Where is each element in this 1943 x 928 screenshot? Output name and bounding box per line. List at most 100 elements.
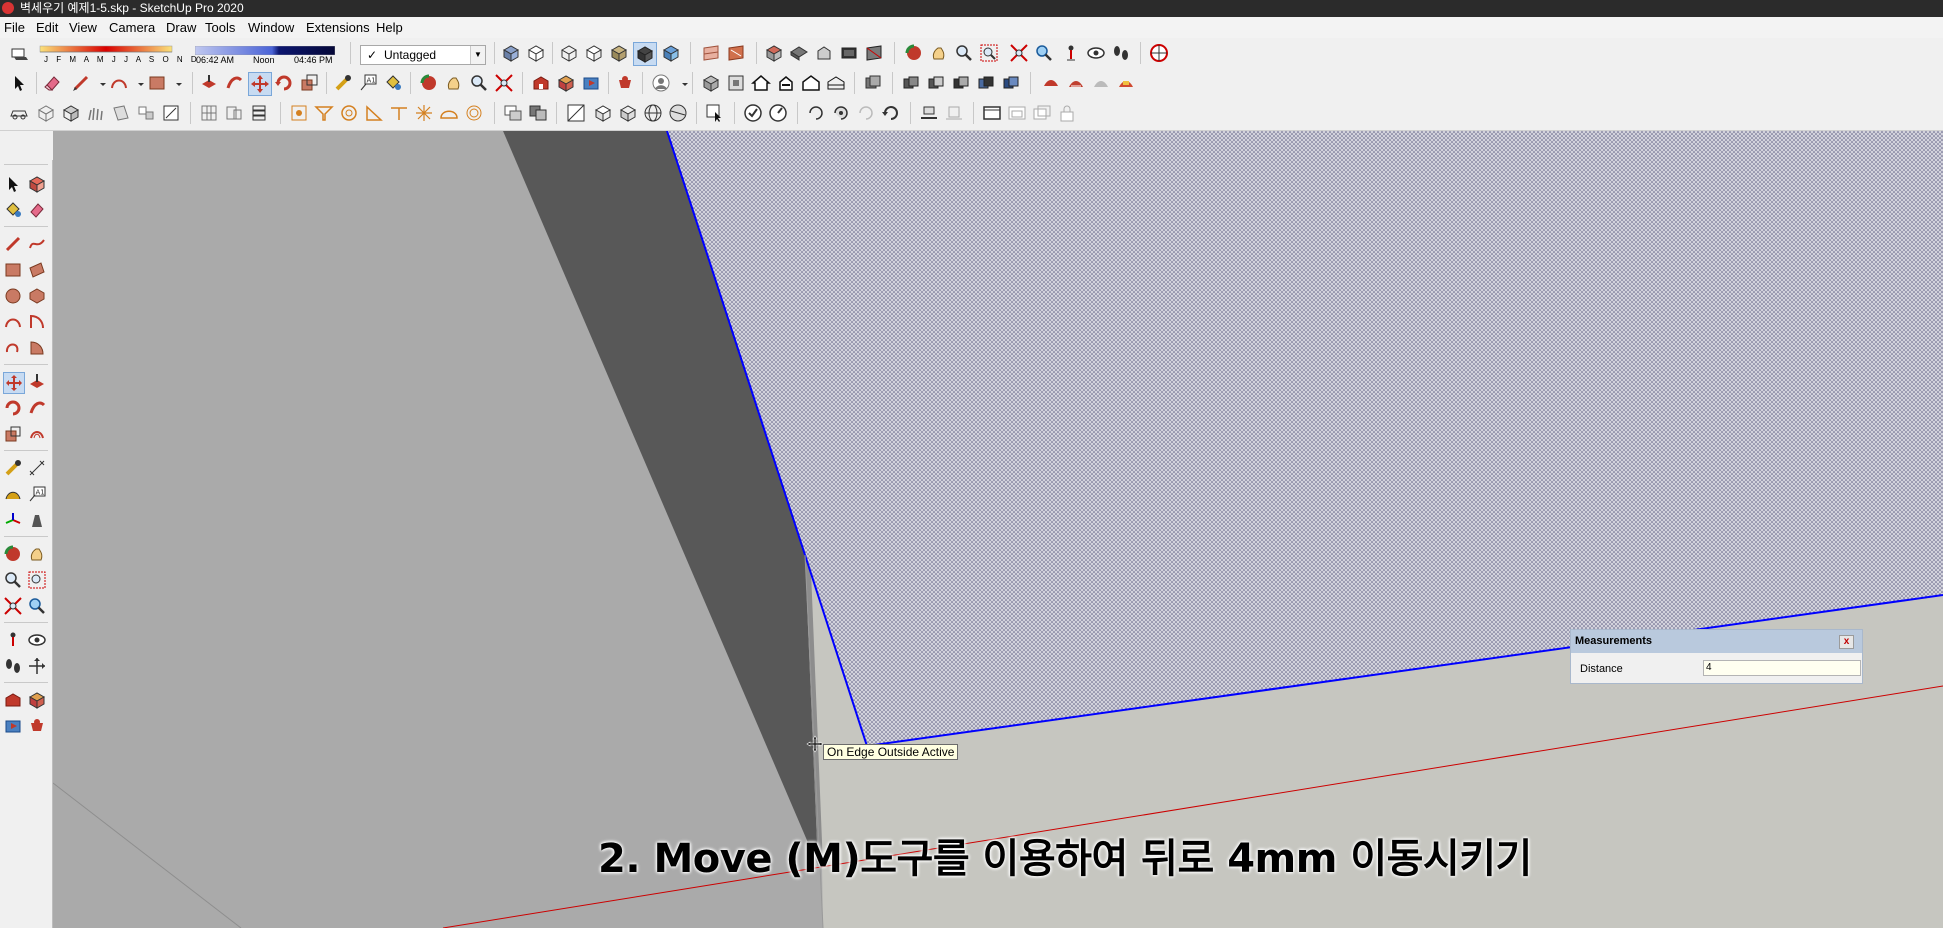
sandbox-stamp-icon[interactable]: [1115, 72, 1137, 94]
measurements-input[interactable]: 4: [1703, 660, 1861, 676]
sandbox-smoove-icon[interactable]: [1090, 72, 1112, 94]
rectangle-icon[interactable]: [146, 72, 168, 94]
sandbox-from-scratch-icon[interactable]: [1065, 72, 1087, 94]
warehouse-icon[interactable]: [3, 690, 23, 710]
style-wireframe-icon[interactable]: [558, 42, 580, 64]
chevron-down-icon[interactable]: [92, 72, 106, 94]
protractor-icon[interactable]: [363, 102, 385, 124]
zoom-extents-icon[interactable]: [493, 72, 515, 94]
menu-extensions[interactable]: Extensions: [304, 19, 372, 36]
solid-subtract-icon[interactable]: [925, 72, 947, 94]
menu-window[interactable]: Window: [246, 19, 296, 36]
circle-target-icon[interactable]: [338, 102, 360, 124]
house-outline-icon[interactable]: [775, 72, 797, 94]
follow-me-icon[interactable]: [223, 72, 245, 94]
pan-icon[interactable]: [27, 544, 47, 564]
rotated-rectangle-icon[interactable]: [27, 260, 47, 280]
roof-icon[interactable]: [825, 72, 847, 94]
position-camera-icon[interactable]: [3, 630, 23, 650]
back-view-icon[interactable]: [863, 42, 885, 64]
dome-icon[interactable]: [438, 102, 460, 124]
modeling-viewport[interactable]: [53, 131, 1943, 928]
diagonal-box-icon[interactable]: [565, 102, 587, 124]
panel-icon[interactable]: [110, 102, 132, 124]
box-3d-icon[interactable]: [592, 102, 614, 124]
menu-edit[interactable]: Edit: [34, 19, 60, 36]
previous-view-icon[interactable]: [27, 596, 47, 616]
tape-measure-icon[interactable]: [332, 72, 354, 94]
component-icon[interactable]: [700, 72, 722, 94]
grid-gear-icon[interactable]: [288, 102, 310, 124]
style-shaded-icon[interactable]: [608, 42, 630, 64]
iso-view-icon[interactable]: [763, 42, 785, 64]
zoom-icon[interactable]: [468, 72, 490, 94]
warehouse-icon[interactable]: [530, 72, 552, 94]
tape-measure-icon[interactable]: [3, 458, 23, 478]
funnel-icon[interactable]: [313, 102, 335, 124]
box-3d-grid-icon[interactable]: [617, 102, 639, 124]
solid-outer-shell-icon[interactable]: [1000, 72, 1022, 94]
style-shaded-textures-icon[interactable]: [633, 42, 657, 66]
menu-tools[interactable]: Tools: [203, 19, 237, 36]
solid-union-icon[interactable]: [900, 72, 922, 94]
protractor-icon[interactable]: [3, 484, 23, 504]
copy-icon[interactable]: [862, 72, 884, 94]
eraser-icon[interactable]: [27, 200, 47, 220]
rotate-3d-alt-icon[interactable]: [830, 102, 852, 124]
share-model-icon[interactable]: [580, 72, 602, 94]
sphere-grid-icon[interactable]: [642, 102, 664, 124]
style-hidden-line-icon[interactable]: [583, 42, 605, 64]
three-point-arc-icon[interactable]: [3, 338, 23, 358]
dimension-icon[interactable]: [27, 458, 47, 478]
position-camera-icon[interactable]: [1060, 42, 1082, 64]
push-pull-icon[interactable]: [27, 372, 47, 392]
sandbox-from-contours-icon[interactable]: [1040, 72, 1062, 94]
two-point-arc-icon[interactable]: [27, 312, 47, 332]
components-3d-icon[interactable]: [555, 72, 577, 94]
extension-warehouse-icon[interactable]: [27, 716, 47, 736]
arc-icon[interactable]: [108, 72, 130, 94]
make-component-icon[interactable]: [27, 174, 47, 194]
front-view-icon[interactable]: [813, 42, 835, 64]
menu-draw[interactable]: Draw: [164, 19, 198, 36]
orbit-icon[interactable]: [903, 42, 925, 64]
tag-dropdown[interactable]: ✓ Untagged ▼: [360, 45, 486, 65]
pencil-icon[interactable]: [70, 72, 92, 94]
3d-text-icon[interactable]: [27, 510, 47, 530]
pan-icon[interactable]: [443, 72, 465, 94]
previous-view-icon[interactable]: [1033, 42, 1055, 64]
window-ghost-icon[interactable]: [1006, 102, 1028, 124]
sphere-icon[interactable]: [667, 102, 689, 124]
menu-camera[interactable]: Camera: [107, 19, 157, 36]
orbit-icon[interactable]: [3, 544, 23, 564]
frame-icon[interactable]: [223, 102, 245, 124]
shadows-toggle-icon[interactable]: [8, 42, 30, 64]
star-burst-icon[interactable]: [413, 102, 435, 124]
chevron-down-icon[interactable]: [168, 72, 182, 94]
measurements-header[interactable]: Measurements x: [1571, 630, 1862, 653]
cube-icon[interactable]: [60, 102, 82, 124]
components-3d-icon[interactable]: [27, 690, 47, 710]
menu-view[interactable]: View: [67, 19, 99, 36]
rotate-ghost-icon[interactable]: [855, 102, 877, 124]
make-group-icon[interactable]: [725, 72, 747, 94]
gauge-icon[interactable]: [767, 102, 789, 124]
align-ghost-icon[interactable]: [943, 102, 965, 124]
cursor-box-icon[interactable]: [704, 102, 726, 124]
scale-icon[interactable]: [3, 424, 23, 444]
zoom-window-icon[interactable]: [27, 570, 47, 590]
rectangle-icon[interactable]: [3, 260, 23, 280]
circle-icon[interactable]: [3, 286, 23, 306]
style-xray-icon[interactable]: [500, 42, 522, 64]
section-plane-icon[interactable]: [27, 656, 47, 676]
grass-icon[interactable]: [85, 102, 107, 124]
paint-bucket-icon[interactable]: [3, 200, 23, 220]
rotate-3d-icon[interactable]: [805, 102, 827, 124]
extension-warehouse-icon[interactable]: [614, 72, 636, 94]
zoom-extents-icon[interactable]: [3, 596, 23, 616]
share-model-icon[interactable]: [3, 716, 23, 736]
scale-icon[interactable]: [298, 72, 320, 94]
window-frame-icon[interactable]: [981, 102, 1003, 124]
style-monochrome-icon[interactable]: [660, 42, 682, 64]
grid-icon[interactable]: [198, 102, 220, 124]
